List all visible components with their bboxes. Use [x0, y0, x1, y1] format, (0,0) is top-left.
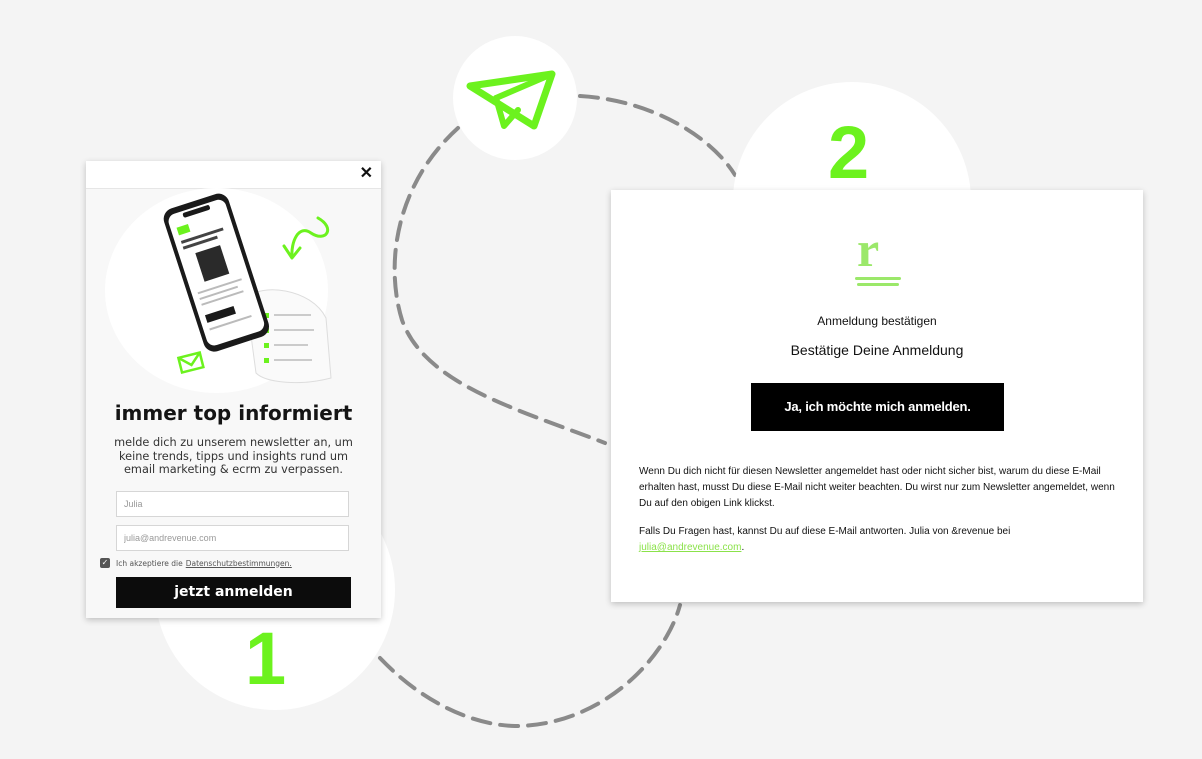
close-icon[interactable]: ✕ — [360, 165, 373, 183]
popup-title: immer top informiert — [114, 401, 353, 425]
email-paragraph-disclaimer: Wenn Du dich nicht für diesen Newsletter… — [639, 466, 1115, 509]
contact-period: . — [741, 542, 745, 553]
popup-description: melde dich zu unserem newsletter an, um … — [114, 436, 353, 476]
email-paragraph-contact: Falls Du Fragen hast, kannst Du auf dies… — [639, 524, 1121, 556]
envelope-icon — [176, 351, 205, 374]
email-headline: Bestätige Deine Anmeldung — [790, 342, 964, 358]
phone-illustration — [163, 193, 332, 383]
step-two-number: 2 — [828, 111, 870, 194]
consent-row: ✓ Ich akzeptiere die Datenschutzbestimmu… — [100, 558, 292, 568]
confirmation-email: r Anmeldung bestätigen Bestätige Deine A… — [611, 190, 1143, 602]
newsletter-popup: ✕ immer top informiert melde dich zu uns… — [86, 161, 381, 618]
privacy-policy-link[interactable]: Datenschutzbestimmungen. — [186, 559, 292, 568]
name-field[interactable] — [116, 491, 349, 517]
paper-plane-icon — [466, 70, 556, 130]
popup-header-bar: ✕ — [86, 161, 381, 189]
email-field[interactable] — [116, 525, 349, 551]
subscribe-button[interactable]: jetzt anmelden — [116, 577, 351, 608]
consent-checkbox[interactable]: ✓ — [100, 558, 110, 568]
step-one-number: 1 — [245, 617, 287, 700]
contact-text: Falls Du Fragen hast, kannst Du auf dies… — [639, 526, 1011, 537]
confirm-subscription-button[interactable]: Ja, ich möchte mich anmelden. — [751, 383, 1004, 431]
consent-text: Ich akzeptiere die — [116, 558, 183, 568]
email-subject: Anmeldung bestätigen — [817, 314, 937, 328]
brand-logo: r — [851, 221, 911, 288]
contact-email-link[interactable]: julia@andrevenue.com — [639, 542, 741, 553]
